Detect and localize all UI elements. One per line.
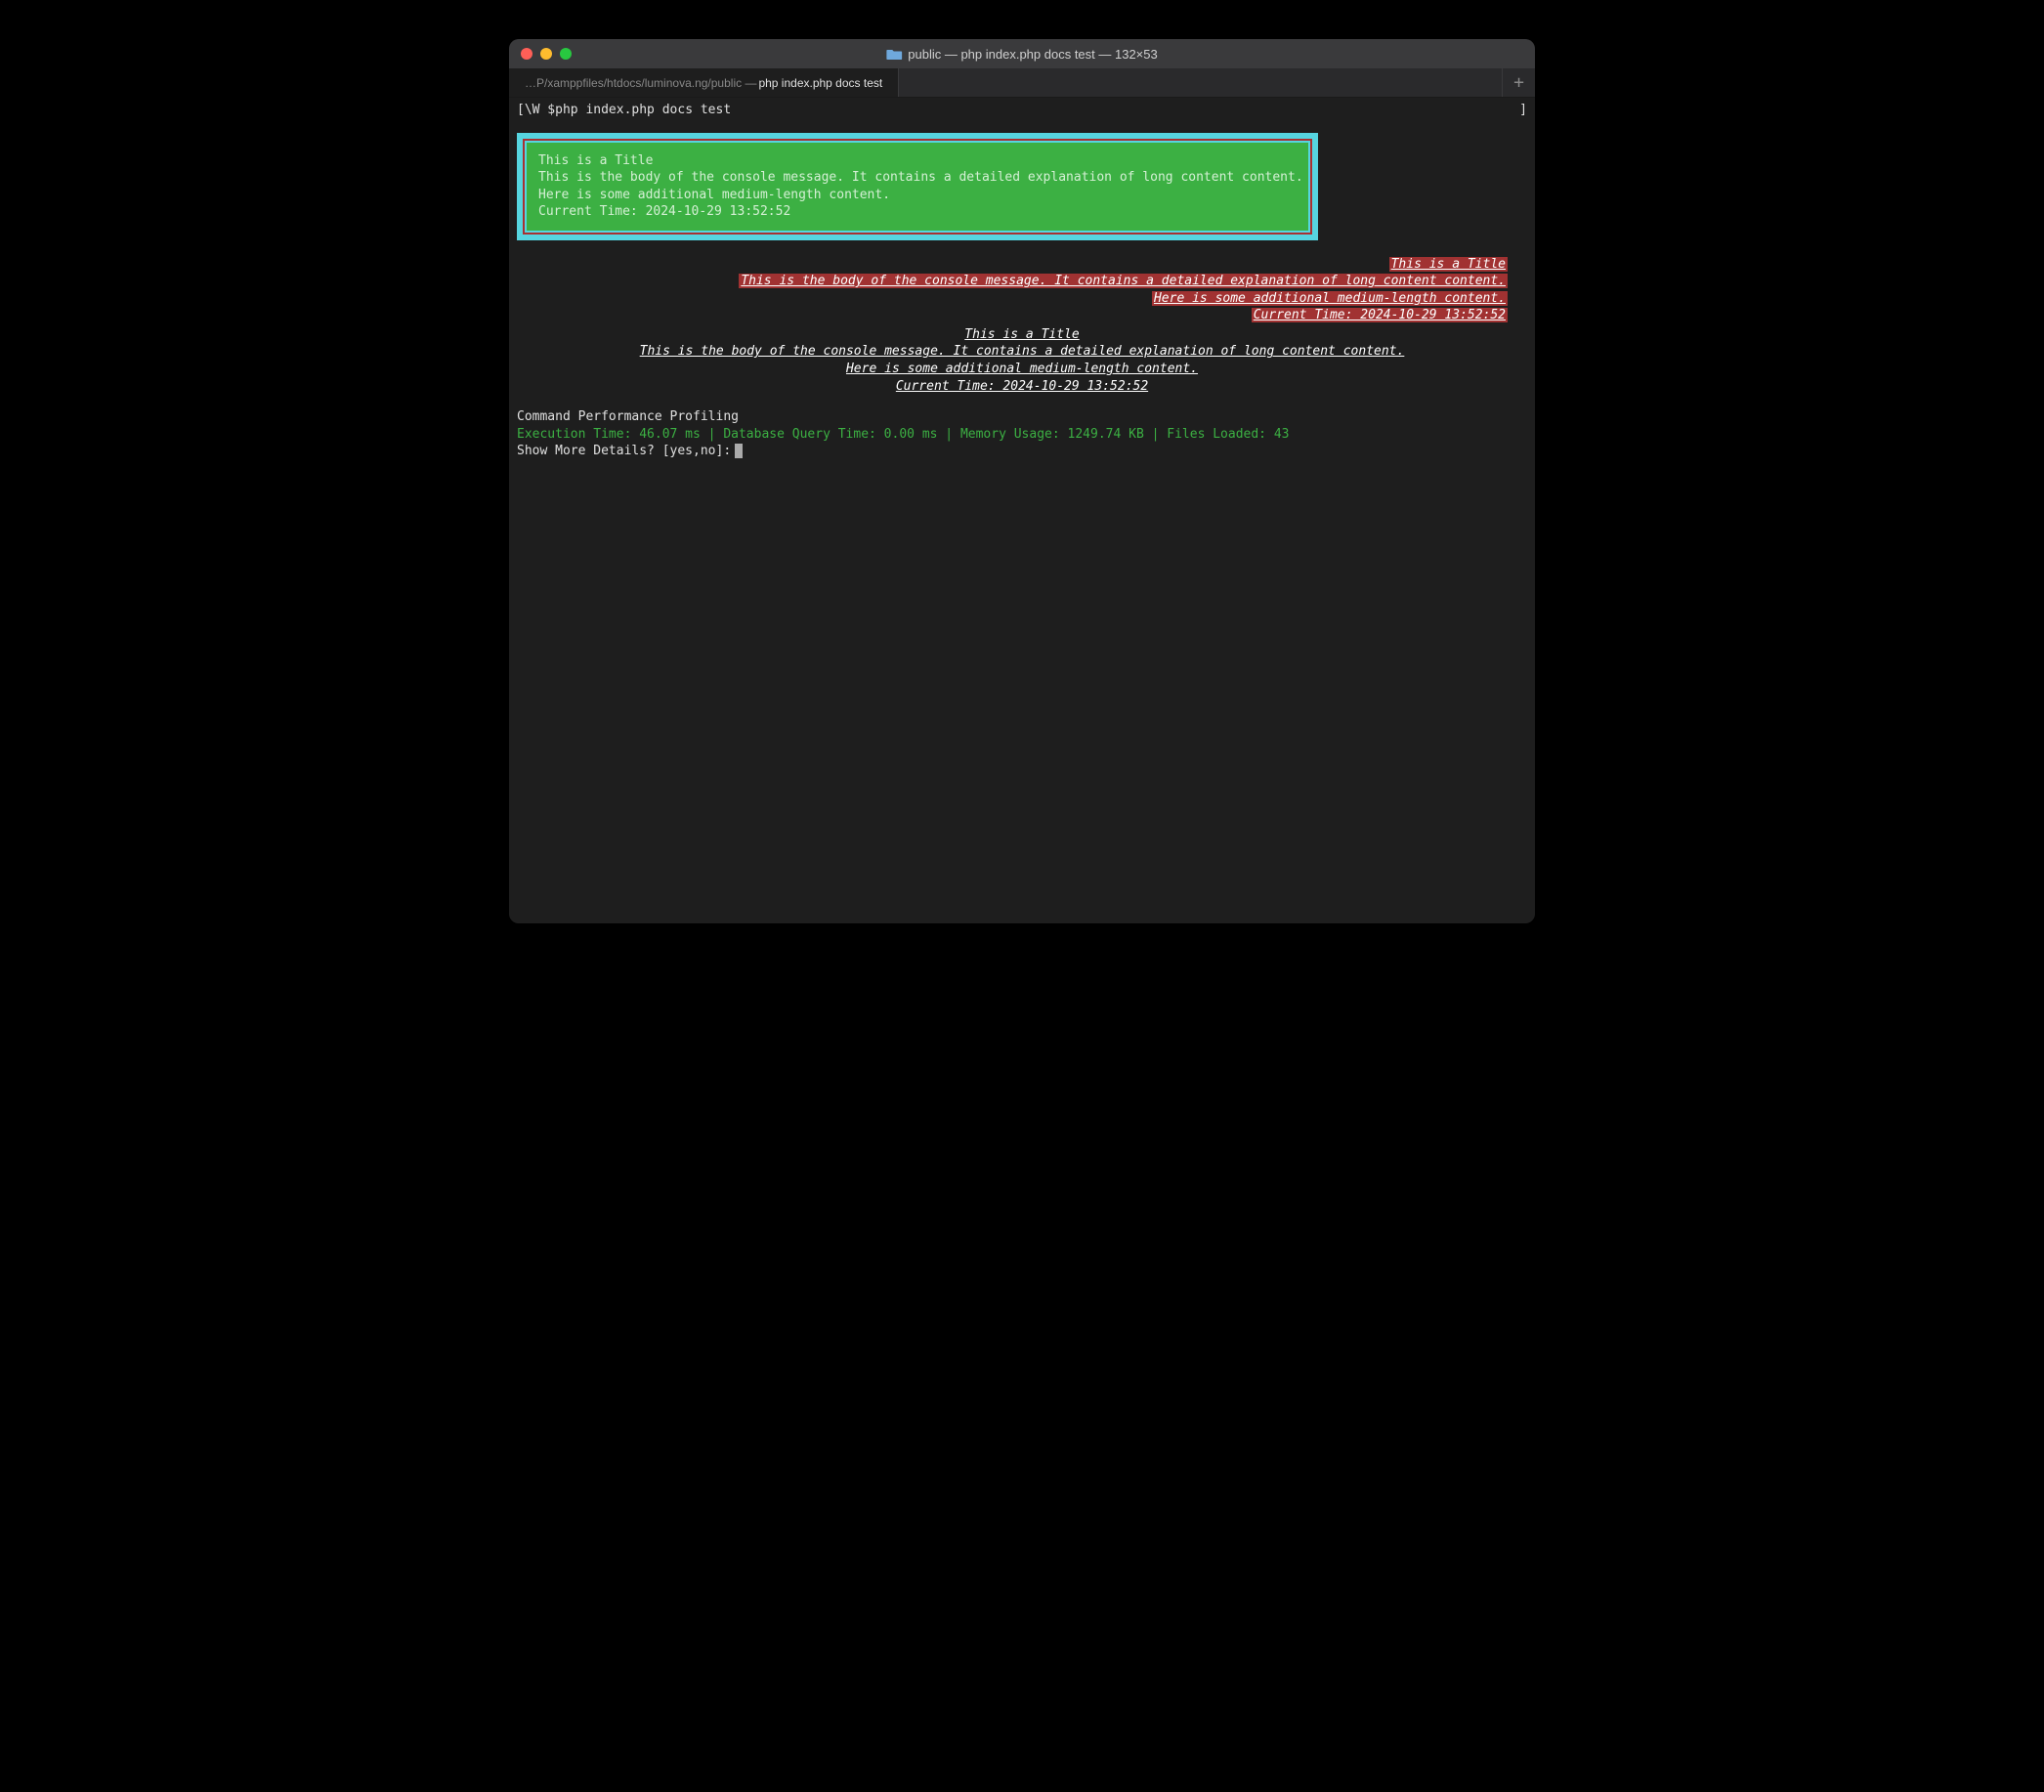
- show-more-text: Show More Details? [yes,no]:: [517, 443, 731, 460]
- message-box-inner: This is a Title This is the body of the …: [527, 143, 1308, 231]
- perf-title: Command Performance Profiling: [517, 408, 1527, 426]
- red-body: This is the body of the console message.…: [739, 274, 1508, 288]
- red-message-block: This is a Title This is the body of the …: [517, 256, 1527, 324]
- message-box-outer: This is a Title This is the body of the …: [517, 133, 1318, 240]
- prompt-lbracket: [: [517, 103, 525, 117]
- minimize-button[interactable]: [540, 48, 552, 60]
- prompt-text: \W $php index.php docs test: [525, 103, 731, 117]
- box-body: This is the body of the console message.…: [538, 169, 1297, 187]
- folder-icon: [886, 47, 902, 61]
- window-title-text: public — php index.php docs test — 132×5…: [908, 47, 1157, 62]
- center-extra: Here is some additional medium-length co…: [846, 362, 1198, 376]
- titlebar[interactable]: public — php index.php docs test — 132×5…: [509, 39, 1535, 68]
- red-time: Current Time: 2024-10-29 13:52:52: [1252, 308, 1508, 322]
- center-message-block: This is a Title This is the body of the …: [517, 326, 1527, 395]
- tab-path: …P/xamppfiles/htdocs/luminova.ng/public …: [525, 76, 756, 90]
- prompt-line: [\W $php index.php docs test]: [517, 102, 1527, 119]
- new-tab-button[interactable]: +: [1502, 68, 1535, 97]
- tab-command: php index.php docs test: [758, 76, 882, 90]
- traffic-lights: [521, 48, 572, 60]
- tab-active[interactable]: …P/xamppfiles/htdocs/luminova.ng/public …: [509, 68, 899, 97]
- show-more-prompt[interactable]: Show More Details? [yes,no]:: [517, 443, 1527, 460]
- center-body: This is the body of the console message.…: [640, 344, 1405, 359]
- tab-spacer: [899, 68, 1502, 97]
- red-title: This is a Title: [1389, 257, 1508, 272]
- center-title: This is a Title: [964, 327, 1079, 342]
- terminal-body[interactable]: [\W $php index.php docs test] This is a …: [509, 98, 1535, 923]
- tabbar: …P/xamppfiles/htdocs/luminova.ng/public …: [509, 68, 1535, 98]
- center-time: Current Time: 2024-10-29 13:52:52: [896, 379, 1148, 394]
- close-button[interactable]: [521, 48, 532, 60]
- cursor-icon: [735, 444, 743, 458]
- prompt-rbracket: ]: [1519, 102, 1527, 119]
- message-box-middle: This is a Title This is the body of the …: [523, 139, 1312, 235]
- box-time: Current Time: 2024-10-29 13:52:52: [538, 203, 1297, 221]
- perf-stats: Execution Time: 46.07 ms | Database Quer…: [517, 426, 1527, 444]
- terminal-window: public — php index.php docs test — 132×5…: [509, 39, 1535, 923]
- box-extra: Here is some additional medium-length co…: [538, 187, 1297, 204]
- window-title: public — php index.php docs test — 132×5…: [886, 47, 1157, 62]
- maximize-button[interactable]: [560, 48, 572, 60]
- box-title: This is a Title: [538, 152, 1297, 170]
- red-extra: Here is some additional medium-length co…: [1152, 291, 1508, 306]
